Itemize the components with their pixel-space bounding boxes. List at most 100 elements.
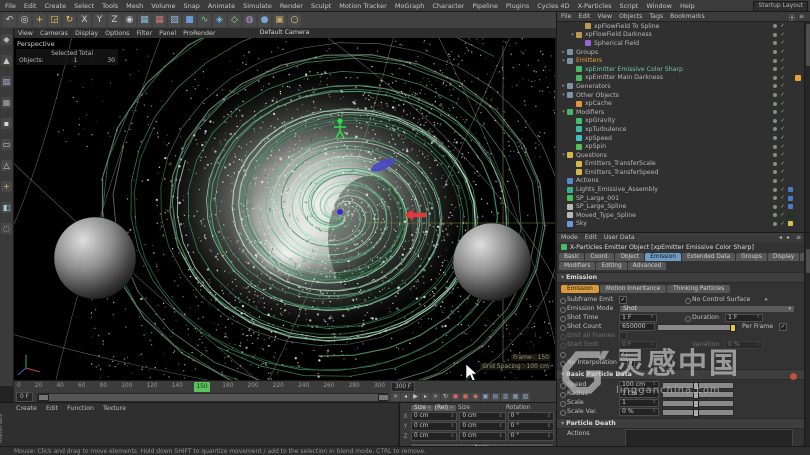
goto-start-button[interactable]: « — [391, 393, 400, 401]
enable-check-icon[interactable]: ✓ — [780, 23, 785, 29]
visibility-dot[interactable] — [773, 24, 778, 29]
object-row[interactable]: Spherical Field ✓ — [557, 39, 803, 48]
object-row[interactable]: Sky ✓ — [557, 220, 803, 229]
om-burger-icon[interactable]: ≡ — [799, 13, 804, 20]
visibility-dot[interactable] — [773, 75, 778, 80]
menu-item[interactable]: Create — [44, 2, 66, 10]
tag-icon[interactable] — [795, 161, 801, 167]
layer-chip[interactable] — [788, 50, 793, 55]
object-label[interactable]: Emitters — [576, 57, 773, 64]
object-manager-menu-item[interactable]: View — [597, 13, 612, 20]
rotation-key-button[interactable]: ▥ — [501, 393, 510, 401]
tag-icon[interactable] — [795, 135, 801, 141]
layer-chip[interactable] — [788, 178, 793, 183]
object-label[interactable]: xpFlowField To Spline — [594, 23, 773, 30]
object-row[interactable]: Emitters_TransferSpeed ✓ — [557, 168, 803, 177]
live-selection-icon[interactable]: ◎ — [18, 13, 31, 27]
object-label[interactable]: Spherical Field — [594, 40, 773, 47]
enable-check-icon[interactable]: ✓ — [780, 178, 785, 184]
move-icon[interactable]: + — [33, 13, 46, 27]
object-row[interactable]: xpSpin ✓ — [557, 142, 803, 151]
range-slider[interactable] — [36, 392, 390, 402]
menu-item[interactable]: Animate — [208, 2, 235, 10]
variation-field[interactable]: 0 % ↕ — [725, 341, 763, 349]
z-axis-lock-icon[interactable]: Z — [108, 13, 121, 27]
expand-icon[interactable]: ▾ — [560, 92, 567, 98]
expand-icon[interactable]: ▾ — [560, 109, 567, 115]
viewport-menu-item[interactable]: Panel — [159, 30, 176, 37]
visibility-dot[interactable] — [773, 110, 778, 115]
tag-icon[interactable] — [795, 109, 801, 115]
visibility-dot[interactable] — [773, 170, 778, 175]
layer-chip[interactable] — [788, 136, 793, 141]
sphere-left[interactable] — [53, 216, 137, 300]
enable-check-icon[interactable]: ✓ — [780, 118, 785, 124]
object-label[interactable]: Actions — [576, 177, 773, 184]
attribute-tab[interactable]: Basic — [559, 253, 585, 261]
record-button[interactable]: ● — [451, 393, 460, 401]
basic-particle-data-header[interactable]: Basic Particle Data — [557, 369, 810, 380]
object-label[interactable]: xpEmitter Main Darkness — [585, 74, 773, 81]
origin-marker[interactable] — [337, 209, 343, 215]
prev-key-button[interactable]: ◂ — [401, 393, 410, 401]
next-key-button[interactable]: ▸ — [421, 393, 430, 401]
object-row[interactable]: xpGravity ✓ — [557, 117, 803, 126]
render-settings-icon[interactable]: ▧ — [168, 13, 181, 27]
shot-time-field[interactable]: 1 F ↕ — [619, 314, 657, 322]
per-frame-checkbox[interactable] — [779, 323, 787, 331]
object-row[interactable]: SP_Large_Spline ✓ — [557, 202, 803, 211]
menu-item[interactable]: Help — [680, 2, 695, 10]
object-label[interactable]: Moved_Type_Spline — [576, 212, 773, 219]
tag-icon[interactable] — [795, 169, 801, 175]
object-label[interactable]: SP_Large_001 — [576, 195, 773, 202]
loop-button[interactable]: ↻ — [441, 393, 450, 401]
viewport-menu-item[interactable]: Display — [75, 30, 98, 37]
menu-item[interactable]: Tools — [102, 2, 118, 10]
object-row[interactable]: xpSpeed ✓ — [557, 134, 803, 143]
viewport-menu-item[interactable]: View — [18, 30, 33, 37]
visibility-dot[interactable] — [773, 32, 778, 37]
attribute-tab[interactable]: Extended Data — [682, 253, 736, 261]
layer-chip[interactable] — [788, 67, 793, 72]
object-label[interactable]: Questions — [576, 152, 773, 159]
layer-chip[interactable] — [788, 161, 793, 166]
tag-icon[interactable] — [795, 74, 801, 81]
particle-data-field[interactable]: 1 ↕ — [619, 399, 659, 407]
layer-chip[interactable] — [788, 75, 793, 80]
menu-item[interactable]: Motion Tracker — [339, 2, 387, 10]
visibility-dot[interactable] — [773, 84, 778, 89]
menu-item[interactable]: Character — [432, 2, 464, 10]
object-manager-menu-item[interactable]: Tags — [649, 13, 663, 20]
tag-icon[interactable] — [795, 221, 801, 227]
visibility-dot[interactable] — [773, 153, 778, 158]
attribute-tab[interactable]: Coord. — [585, 253, 615, 261]
visibility-dot[interactable] — [773, 93, 778, 98]
tag-icon[interactable] — [795, 23, 801, 29]
parameter-key-button[interactable]: ▦ — [511, 393, 520, 401]
particle-data-slider[interactable] — [662, 409, 734, 417]
menu-item[interactable]: MoGraph — [395, 2, 425, 10]
object-row[interactable]: xpCache ✓ — [557, 99, 803, 108]
keyframe-selection-button[interactable]: ◆ — [471, 393, 480, 401]
expand-icon[interactable]: ▸ — [560, 49, 567, 55]
object-label[interactable]: Sky — [576, 220, 773, 227]
enable-check-icon[interactable]: ✓ — [780, 75, 785, 81]
object-label[interactable]: SP_Large_Spline — [576, 203, 773, 210]
tag-icon[interactable] — [795, 126, 801, 132]
subframe-emit-checkbox[interactable] — [619, 296, 627, 304]
enable-check-icon[interactable]: ✓ — [780, 92, 785, 98]
enable-check-icon[interactable]: ✓ — [780, 83, 785, 89]
y-axis-lock-icon[interactable]: Y — [93, 13, 106, 27]
duration-field[interactable]: 1 F ↕ — [725, 314, 763, 322]
emission-mode-dropdown[interactable]: Shot — [619, 305, 795, 313]
position-field[interactable]: 0 cm ↕ — [411, 412, 458, 421]
make-editable-icon[interactable]: ◆ — [1, 34, 12, 45]
object-label[interactable]: xpTurbulence — [585, 126, 773, 133]
position-field[interactable]: 0 cm ↕ — [411, 432, 458, 441]
points-mode-icon[interactable]: ▪ — [1, 118, 12, 129]
object-manager-menu-item[interactable]: Edit — [578, 13, 590, 20]
enable-check-icon[interactable]: ✓ — [780, 40, 785, 46]
visibility-dot[interactable] — [773, 50, 778, 55]
size-field[interactable]: 0 cm ↕ — [459, 422, 506, 431]
viewport[interactable]: View Cameras Display Options Filter Panel ProR… — [14, 28, 563, 380]
